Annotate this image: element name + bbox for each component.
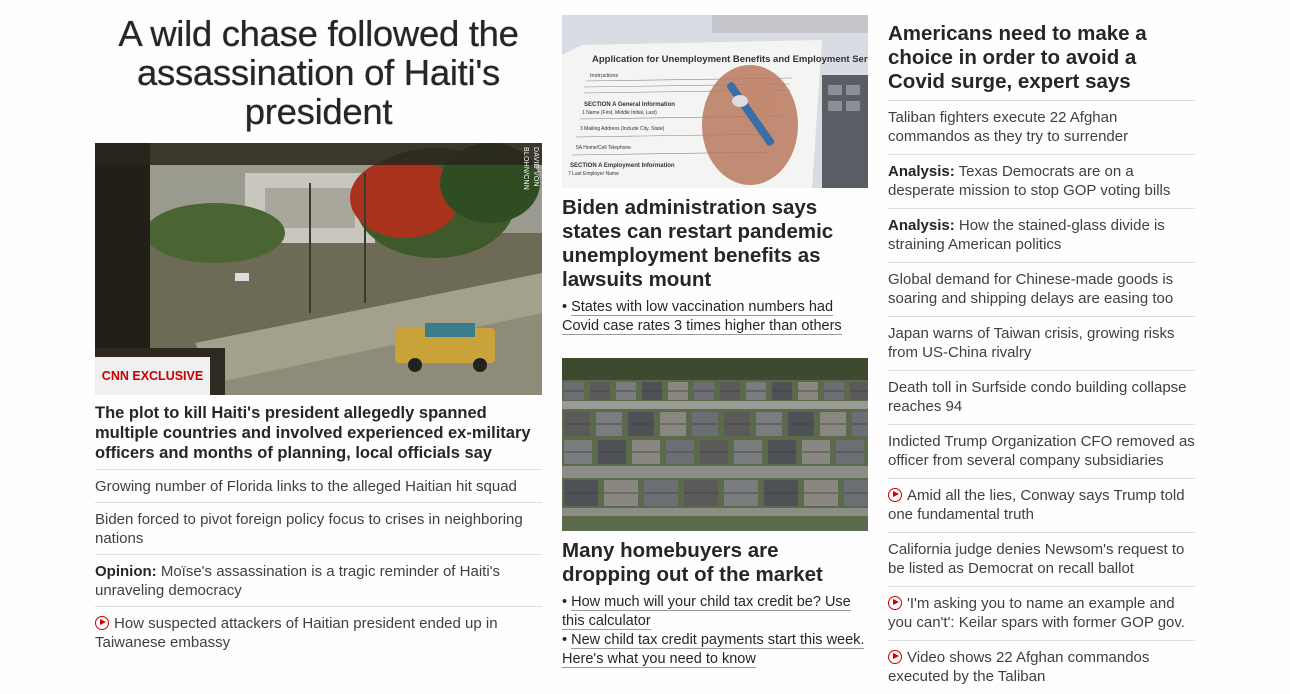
- form-title: Application for Unemployment Benefits an…: [592, 54, 868, 65]
- related-link-text: How much will your child tax credit be? …: [562, 594, 851, 630]
- housing-aerial-image[interactable]: [562, 358, 868, 531]
- headline-item[interactable]: Death toll in Surfside condo building co…: [888, 370, 1195, 424]
- form-section-7: 7 Last Employer Name: [568, 171, 619, 177]
- analysis-label: Analysis:: [888, 163, 955, 180]
- related-link-text: Moïse's assassination is a tragic remind…: [95, 563, 501, 599]
- story-1-related: • States with low vaccination numbers ha…: [562, 298, 868, 336]
- story-2-related: • How much will your child tax credit be…: [562, 593, 868, 669]
- headline-text: Japan warns of Taiwan crisis, growing ri…: [888, 325, 1175, 361]
- video-play-icon: [888, 596, 902, 610]
- related-link-3[interactable]: Opinion: Moïse's assassination is a trag…: [95, 554, 542, 606]
- headline-item[interactable]: Amid all the lies, Conway says Trump tol…: [888, 478, 1195, 532]
- headline-item[interactable]: Analysis: Texas Democrats are on a despe…: [888, 154, 1195, 208]
- unemployment-form-image[interactable]: Application for Unemployment Benefits an…: [562, 15, 868, 188]
- video-play-icon: [888, 488, 902, 502]
- related-link-text: States with low vaccination numbers had …: [562, 299, 842, 335]
- headline-text: 'I'm asking you to name an example and y…: [888, 595, 1185, 631]
- right-column: Americans need to make a choice in order…: [888, 0, 1195, 694]
- related-link-2[interactable]: Biden forced to pivot foreign policy foc…: [95, 502, 542, 554]
- headline-item[interactable]: Analysis: How the stained-glass divide i…: [888, 208, 1195, 262]
- hero-headline[interactable]: A wild chase followed the assassination …: [95, 14, 542, 131]
- story-2-headline[interactable]: Many homebuyers are dropping out of the …: [562, 539, 868, 587]
- headline-text: Global demand for Chinese-made goods is …: [888, 271, 1174, 307]
- video-play-icon: [888, 650, 902, 664]
- related-link-text: New child tax credit payments start this…: [562, 632, 865, 668]
- related-link-text: Biden forced to pivot foreign policy foc…: [95, 511, 523, 547]
- hero-image[interactable]: DAVID VON BLOHN/CNN CNN EXCLUSIVE: [95, 143, 542, 395]
- form-section-1: Instructions: [590, 73, 618, 79]
- image-credit: DAVID VON BLOHN/CNN: [522, 147, 539, 191]
- form-section-4: 3 Mailing Address (Include City, State): [580, 126, 665, 132]
- right-headline[interactable]: Americans need to make a choice in order…: [888, 22, 1195, 94]
- related-link-1[interactable]: Growing number of Florida links to the a…: [95, 469, 542, 502]
- form-section-2: SECTION A General Information: [584, 102, 675, 108]
- related-link-text: How suspected attackers of Haitian presi…: [95, 615, 498, 651]
- headline-text: California judge denies Newsom's request…: [888, 541, 1185, 577]
- video-play-icon: [95, 616, 109, 630]
- story-2-related-item-2[interactable]: • New child tax credit payments start th…: [562, 631, 868, 669]
- related-links-list: Growing number of Florida links to the a…: [95, 469, 542, 658]
- headline-item[interactable]: California judge denies Newsom's request…: [888, 532, 1195, 586]
- housing-aerial-illustration: [562, 358, 868, 531]
- unemployment-form-illustration: Application for Unemployment Benefits an…: [562, 15, 868, 188]
- related-link-4[interactable]: How suspected attackers of Haitian presi…: [95, 606, 542, 658]
- story-1-headline[interactable]: Biden administration says states can res…: [562, 196, 868, 292]
- left-column: A wild chase followed the assassination …: [95, 0, 542, 658]
- story-1-related-item[interactable]: • States with low vaccination numbers ha…: [562, 298, 868, 336]
- headline-item[interactable]: Japan warns of Taiwan crisis, growing ri…: [888, 316, 1195, 370]
- lead-story-headline[interactable]: The plot to kill Haiti's president alleg…: [95, 403, 542, 463]
- analysis-label: Analysis:: [888, 217, 955, 234]
- headline-text: Video shows 22 Afghan commandos executed…: [888, 649, 1150, 685]
- headline-item[interactable]: Global demand for Chinese-made goods is …: [888, 262, 1195, 316]
- exclusive-badge: CNN EXCLUSIVE: [95, 357, 210, 395]
- headline-text: Indicted Trump Organization CFO removed …: [888, 433, 1195, 469]
- headline-text: Amid all the lies, Conway says Trump tol…: [888, 487, 1185, 523]
- form-section-3: 1 Name (First, Middle Initial, Last): [582, 110, 657, 116]
- headline-item[interactable]: Indicted Trump Organization CFO removed …: [888, 424, 1195, 478]
- story-2-related-item-1[interactable]: • How much will your child tax credit be…: [562, 593, 868, 631]
- related-link-text: Growing number of Florida links to the a…: [95, 478, 517, 495]
- headline-text: Death toll in Surfside condo building co…: [888, 379, 1187, 415]
- form-section-5: 5A Home/Cell Telephone: [576, 145, 631, 151]
- headline-list: Taliban fighters execute 22 Afghan comma…: [888, 100, 1195, 694]
- headline-item[interactable]: Video shows 22 Afghan commandos executed…: [888, 640, 1195, 694]
- form-section-6: SECTION A Employment Information: [570, 163, 675, 169]
- headline-item[interactable]: 'I'm asking you to name an example and y…: [888, 586, 1195, 640]
- opinion-label: Opinion:: [95, 563, 157, 580]
- headline-item[interactable]: Taliban fighters execute 22 Afghan comma…: [888, 100, 1195, 154]
- headline-text: Taliban fighters execute 22 Afghan comma…: [888, 109, 1129, 145]
- middle-column: Application for Unemployment Benefits an…: [562, 0, 868, 669]
